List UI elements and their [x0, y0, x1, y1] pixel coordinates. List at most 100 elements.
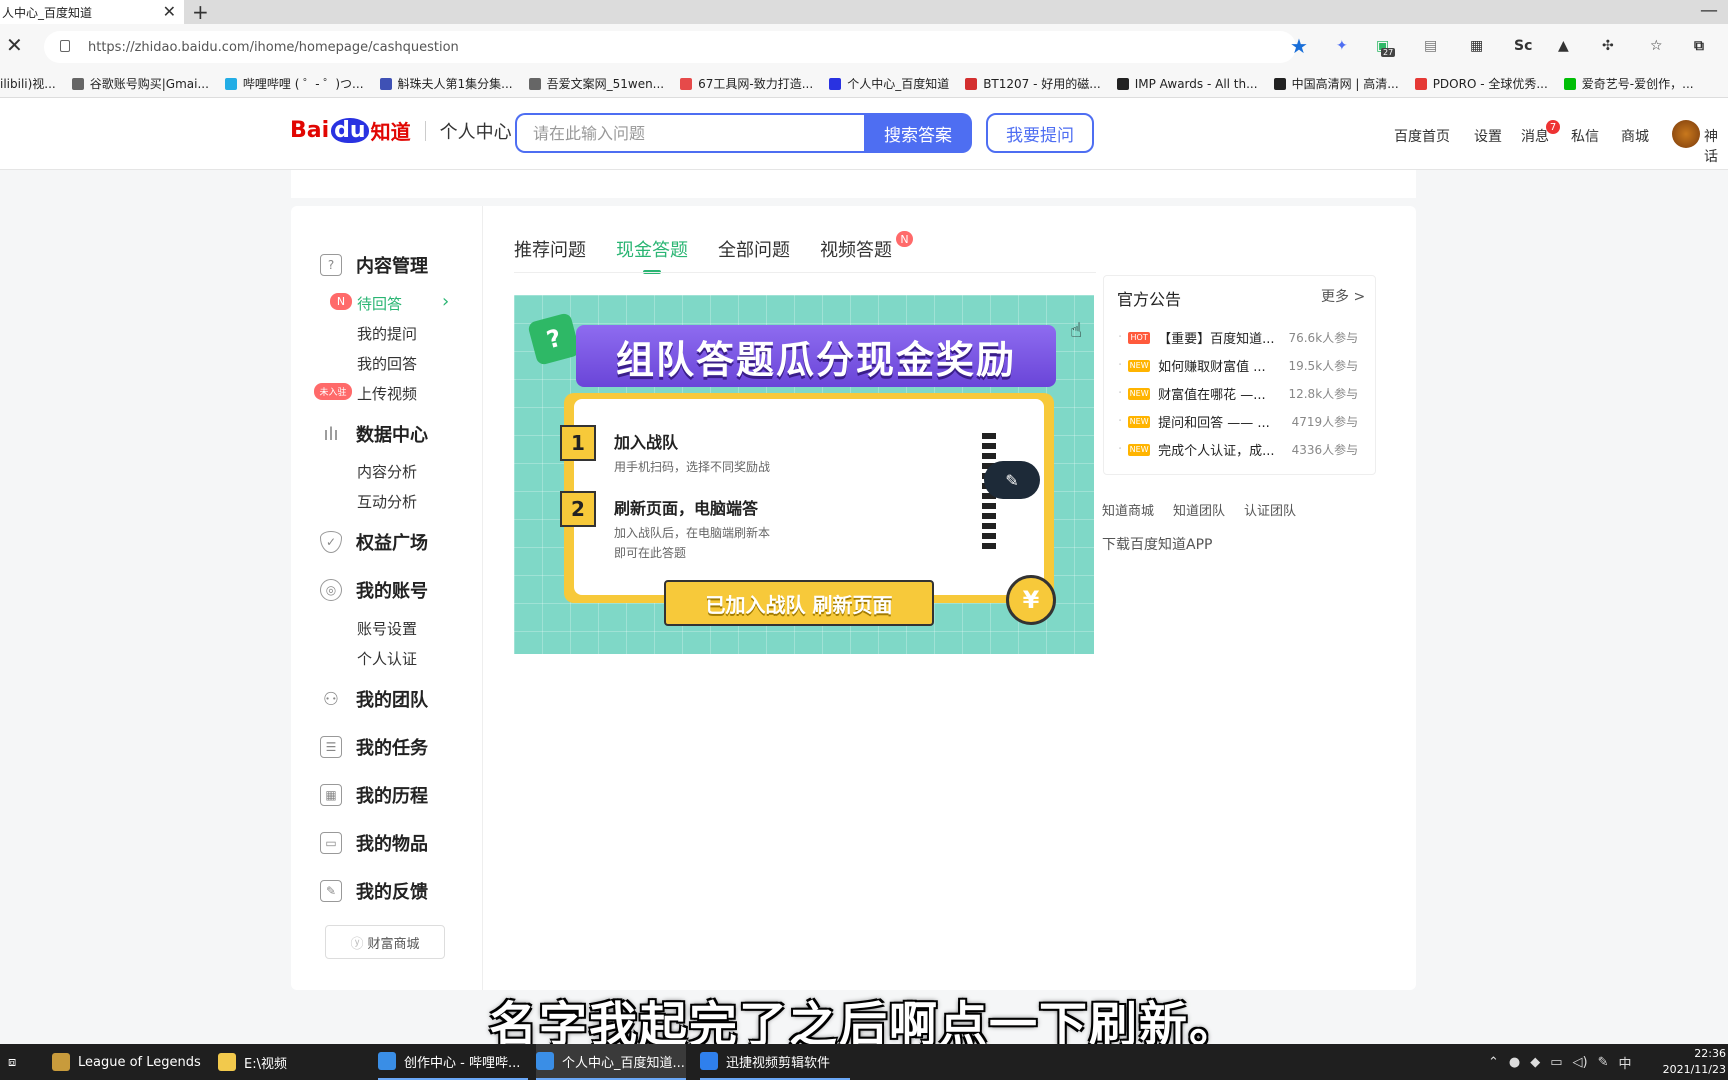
taskbar-app[interactable]: League of Legends: [52, 1044, 204, 1080]
search-box[interactable]: [515, 113, 865, 153]
bookmark-item[interactable]: 谷歌账号购买|Gmai...: [71, 75, 209, 92]
clock[interactable]: 22:36 2021/11/23: [1650, 1044, 1728, 1080]
link-zhidao-team[interactable]: 知道团队: [1173, 500, 1225, 519]
nav-messages[interactable]: 消息: [1521, 126, 1549, 146]
lock-icon[interactable]: [60, 40, 70, 52]
announcement-title: 官方公告: [1117, 290, 1182, 309]
pen-icon[interactable]: ✎: [1598, 1055, 1609, 1070]
tab-cash-answers[interactable]: 现金答题: [616, 236, 688, 262]
bookmark-item[interactable]: 哔哩哔哩 ( ゜- ゜)つ...: [224, 75, 364, 92]
bookmark-item[interactable]: 爱奇艺号-爱创作，...: [1563, 75, 1694, 92]
taskbar-app[interactable]: E:\视频: [218, 1044, 358, 1080]
username[interactable]: 神话: [1704, 126, 1728, 166]
announcement-text: 如何赚取财富值 ...: [1158, 360, 1266, 375]
bookmark-favicon-icon: [224, 77, 237, 90]
bookmark-item[interactable]: 个人中心_百度知道: [829, 75, 949, 92]
sidebar-section-content[interactable]: ? 内容管理: [320, 252, 428, 278]
baidu-zhidao-logo[interactable]: Bai du 知道 个人中心: [290, 116, 512, 145]
taskbar-app[interactable]: 个人中心_百度知道...: [536, 1044, 686, 1080]
stop-loading-icon[interactable]: ✕: [6, 33, 23, 57]
chevron-up-icon[interactable]: ⌃: [1488, 1055, 1499, 1070]
close-tab-icon[interactable]: ✕: [163, 2, 176, 21]
browser-tab[interactable]: 人中心_百度知道 ✕: [0, 0, 184, 24]
sidebar-item-personal-auth[interactable]: 个人认证: [357, 648, 417, 669]
sidebar-item-my-answers[interactable]: 我的回答: [357, 353, 417, 374]
ask-question-button[interactable]: 我要提问: [986, 113, 1094, 153]
tab-recommended[interactable]: 推荐问题: [514, 236, 586, 262]
favorites-icon[interactable]: ☆: [1650, 38, 1663, 54]
sidebar-item-pending[interactable]: 待回答: [357, 293, 402, 314]
profile-strip: [291, 170, 1416, 198]
bookmark-item[interactable]: PDORO - 全球优秀...: [1414, 75, 1548, 92]
sidebar-section-tasks[interactable]: ☰ 我的任务: [320, 734, 428, 760]
wealth-mall-button[interactable]: ⓨ 财富商城: [325, 925, 445, 959]
bookmark-item[interactable]: 吾爱文案网_51wen...: [528, 75, 664, 92]
extension-icon[interactable]: ▦: [1470, 38, 1483, 54]
bookmark-item[interactable]: 中国高清网 | 高清...: [1273, 75, 1399, 92]
bookmark-item[interactable]: IMP Awards - All th...: [1116, 76, 1258, 91]
announcement-item[interactable]: · NEW 财富值在哪花 —... 12.8k人参与: [1118, 384, 1358, 403]
collections-icon[interactable]: ⧉: [1694, 38, 1704, 54]
sidebar-section-benefits[interactable]: ✓ 权益广场: [320, 529, 428, 555]
avatar[interactable]: [1672, 120, 1700, 148]
sidebar-item-upload-video[interactable]: 上传视频: [357, 383, 417, 404]
sidebar-section-data[interactable]: ılı 数据中心: [320, 421, 428, 447]
search-input[interactable]: [533, 123, 833, 143]
bookmark-star-icon[interactable]: ★: [1290, 34, 1308, 58]
reader-icon[interactable]: ▤: [1424, 38, 1437, 54]
download-app-link[interactable]: 下载百度知道APP: [1102, 534, 1212, 554]
sidebar-section-items[interactable]: ▭ 我的物品: [320, 830, 428, 856]
announcement-item[interactable]: · HOT 【重要】百度知道... 76.6k人参与: [1118, 328, 1358, 347]
bookmark-item[interactable]: 67工具网-致力打造...: [680, 75, 813, 92]
app-tray-icon[interactable]: ◆: [1530, 1055, 1540, 1070]
taskbar-app[interactable]: 迅捷视频剪辑软件: [700, 1044, 850, 1080]
nav-baidu-home[interactable]: 百度首页: [1394, 126, 1450, 146]
nav-mall[interactable]: 商城: [1621, 126, 1649, 146]
tab-all-questions[interactable]: 全部问题: [718, 236, 790, 262]
nav-private-messages[interactable]: 私信: [1571, 126, 1599, 146]
new-tab-icon[interactable]: +: [192, 0, 209, 24]
announcement-item[interactable]: · NEW 如何赚取财富值 ... 19.5k人参与: [1118, 356, 1358, 375]
bookmark-item[interactable]: 斛珠夫人第1集分集...: [379, 75, 513, 92]
new-badge: N: [330, 293, 352, 310]
sidebar-item-content-analysis[interactable]: 内容分析: [357, 461, 417, 482]
sidebar-item-my-questions[interactable]: 我的提问: [357, 323, 417, 344]
bookmark-label: ilibili)视...: [0, 77, 56, 91]
tab-title: 人中心_百度知道: [2, 5, 93, 20]
sidebar-section-history[interactable]: ▦ 我的历程: [320, 782, 428, 808]
link-zhidao-mall[interactable]: 知道商城: [1102, 500, 1154, 519]
step-title: 刷新页面，电脑端答: [614, 499, 759, 518]
volume-icon[interactable]: ◁): [1573, 1055, 1588, 1070]
bookmark-item[interactable]: BT1207 - 好用的磁...: [965, 75, 1101, 92]
sidebar-section-account[interactable]: ◎ 我的账号: [320, 577, 428, 603]
address-bar[interactable]: https://zhidao.baidu.com/ihome/homepage/…: [44, 31, 1296, 63]
cash-answer-banner[interactable]: ? 组队答题瓜分现金奖励 1 加入战队 用手机扫码，选择不同奖励战 2 刷新页面…: [514, 295, 1094, 654]
refresh-page-button[interactable]: 已加入战队 刷新页面: [664, 580, 934, 626]
sidebar-section-feedback[interactable]: ✎ 我的反馈: [320, 878, 428, 904]
step-number: 1: [560, 425, 596, 461]
bookmark-item[interactable]: ilibili)视...: [0, 75, 56, 92]
more-link[interactable]: 更多 >: [1321, 286, 1365, 306]
chevron-right-icon: ›: [442, 291, 450, 312]
extension-icon[interactable]: ✦: [1336, 38, 1348, 54]
extension-sc-icon[interactable]: Sc: [1514, 38, 1532, 54]
bookmark-label: IMP Awards - All th...: [1134, 76, 1258, 91]
extensions-puzzle-icon[interactable]: ✣: [1602, 38, 1614, 54]
sidebar-item-account-settings[interactable]: 账号设置: [357, 618, 417, 639]
url-text: https://zhidao.baidu.com/ihome/homepage/…: [88, 39, 459, 55]
extension-icon[interactable]: ▲: [1558, 38, 1569, 54]
nav-settings[interactable]: 设置: [1474, 126, 1502, 146]
announcement-item[interactable]: · NEW 完成个人认证，成... 4336人参与: [1118, 440, 1358, 459]
sidebar-item-interaction-analysis[interactable]: 互动分析: [357, 491, 417, 512]
taskbar-app[interactable]: 创作中心 - 哔哩哔...: [378, 1044, 528, 1080]
search-answer-button[interactable]: 搜索答案: [864, 113, 972, 153]
minimize-icon[interactable]: —: [1700, 0, 1718, 21]
task-view-icon[interactable]: ⧈: [8, 1044, 38, 1080]
announcement-item[interactable]: · NEW 提问和回答 —— ... 4719人参与: [1118, 412, 1358, 431]
sidebar-section-team[interactable]: ⚇ 我的团队: [320, 686, 428, 712]
ime-indicator[interactable]: 中: [1619, 1053, 1632, 1072]
network-icon[interactable]: ▭: [1550, 1055, 1562, 1070]
microphone-icon[interactable]: ●: [1509, 1055, 1520, 1070]
link-auth-team[interactable]: 认证团队: [1244, 500, 1296, 519]
tab-video-answers[interactable]: 视频答题: [820, 236, 892, 262]
